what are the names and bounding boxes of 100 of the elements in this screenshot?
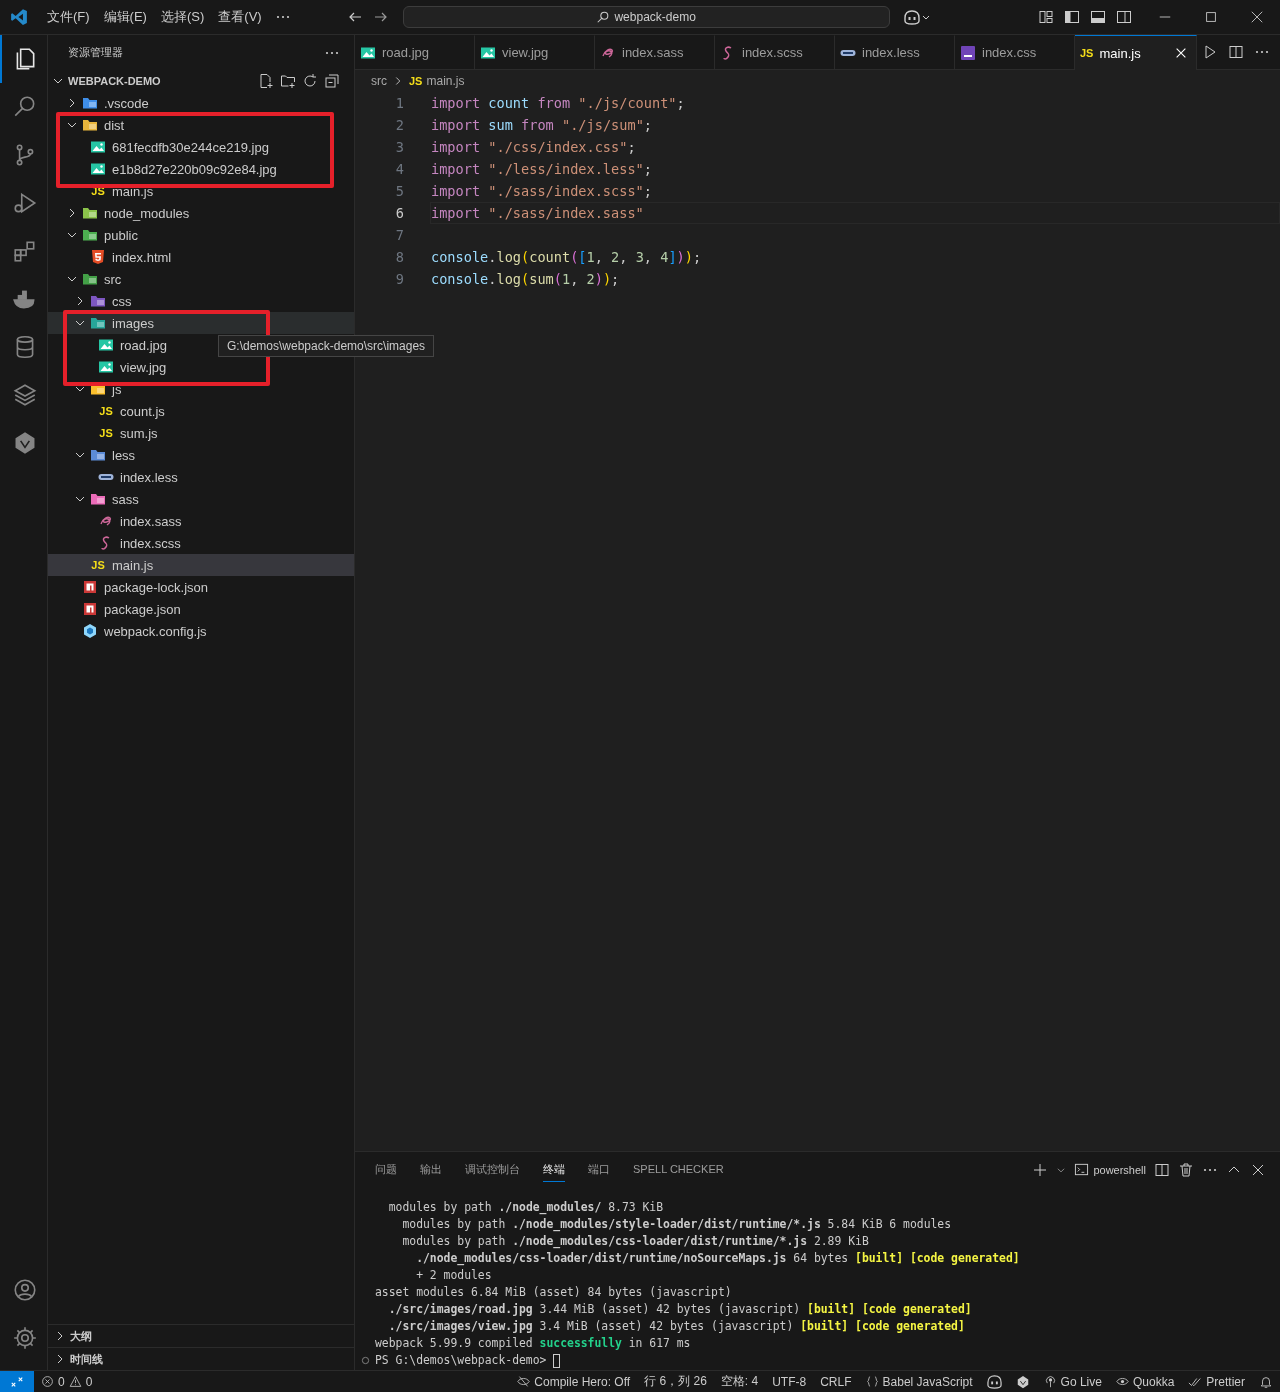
status-item[interactable]: Prettier bbox=[1181, 1374, 1252, 1389]
status-item[interactable]: UTF-8 bbox=[765, 1374, 814, 1389]
panel-tab[interactable]: 输出 bbox=[420, 1157, 442, 1182]
refresh-icon[interactable] bbox=[302, 73, 318, 89]
tree-item[interactable]: webpack.config.js bbox=[48, 620, 354, 642]
breadcrumb-item[interactable]: main.js bbox=[426, 74, 465, 88]
status-item[interactable]: CRLF bbox=[813, 1374, 859, 1389]
editor-tab[interactable]: index.sass bbox=[595, 35, 715, 69]
js-icon: JS bbox=[1080, 46, 1094, 60]
new-folder-icon[interactable] bbox=[280, 73, 296, 89]
tree-item[interactable]: .vscode bbox=[48, 92, 354, 114]
tree-item[interactable]: JS count.js bbox=[48, 400, 354, 422]
braces-icon bbox=[865, 1375, 879, 1388]
line-number: 5 bbox=[394, 182, 404, 201]
editor-tab[interactable]: view.jpg bbox=[475, 35, 595, 69]
layout-icon[interactable] bbox=[1038, 9, 1054, 25]
tree-item[interactable]: public bbox=[48, 224, 354, 246]
tree-item[interactable]: JS main.js bbox=[48, 554, 354, 576]
add-icon[interactable] bbox=[1032, 1161, 1049, 1178]
editor-tab[interactable]: road.jpg bbox=[355, 35, 475, 69]
tree-item[interactable]: index.html bbox=[48, 246, 354, 268]
breadcrumb-item[interactable]: src bbox=[371, 74, 387, 88]
code-line: console.log(count([1, 2, 3, 4])); bbox=[431, 249, 702, 265]
tree-item[interactable]: package-lock.json bbox=[48, 576, 354, 598]
tree-item[interactable]: 681fecdfb30e244ce219.jpg bbox=[48, 136, 354, 158]
code-line: import sum from "./js/sum"; bbox=[431, 117, 652, 133]
maximize-icon[interactable] bbox=[1204, 10, 1218, 24]
copilot-icon[interactable] bbox=[901, 9, 932, 25]
panel-tab[interactable]: 调试控制台 bbox=[465, 1157, 520, 1182]
circle-icon bbox=[361, 1356, 370, 1365]
copilot-icon bbox=[986, 1374, 1002, 1389]
line-number: 3 bbox=[394, 138, 404, 157]
editor-tab[interactable]: index.scss bbox=[715, 35, 835, 69]
tree-item[interactable]: e1b8d27e220b09c92e84.jpg bbox=[48, 158, 354, 180]
editor-tab[interactable]: JS main.js bbox=[1075, 35, 1197, 70]
cube-icon bbox=[82, 623, 98, 639]
status-item[interactable]: Compile Hero: Off bbox=[510, 1374, 638, 1389]
panel-tab[interactable]: SPELL CHECKER bbox=[633, 1159, 724, 1180]
tree-item[interactable]: dist bbox=[48, 114, 354, 136]
tree-item[interactable]: JS sum.js bbox=[48, 422, 354, 444]
status-item[interactable]: Babel JavaScript bbox=[858, 1374, 980, 1389]
image-icon bbox=[98, 337, 114, 353]
js-icon: JS bbox=[409, 74, 423, 88]
search-field[interactable]: webpack-demo bbox=[402, 6, 890, 28]
run-icon[interactable] bbox=[1202, 44, 1218, 60]
tree-item[interactable]: less bbox=[48, 444, 354, 466]
tree-item[interactable]: index.scss bbox=[48, 532, 354, 554]
terminal-selector[interactable]: powershell bbox=[1074, 1162, 1146, 1177]
line-number: 2 bbox=[394, 116, 404, 135]
remote-icon bbox=[10, 1374, 24, 1389]
tree-item[interactable]: css bbox=[48, 290, 354, 312]
project-title[interactable]: WEBPACK-DEMO bbox=[68, 75, 161, 87]
terminal-line: ./node_modules/css-loader/dist/runtime/noSourceMaps.js 64 bytes [built] [code generated] bbox=[415, 1251, 1020, 1265]
close-icon[interactable] bbox=[1250, 10, 1264, 24]
trash-icon[interactable] bbox=[1178, 1161, 1194, 1178]
tree-item[interactable]: src bbox=[48, 268, 354, 290]
tree-item[interactable]: view.jpg bbox=[48, 356, 354, 378]
menu-item[interactable]: 选择(S) bbox=[153, 8, 212, 26]
close-icon[interactable] bbox=[1174, 46, 1188, 60]
sidebar-toggle-icon[interactable] bbox=[1064, 9, 1080, 25]
panel-toggle-icon[interactable] bbox=[1090, 9, 1106, 25]
tree-item[interactable]: index.less bbox=[48, 466, 354, 488]
split-layout-icon[interactable] bbox=[1116, 9, 1132, 25]
terminal-line: modules by path ./node_modules/css-loader/dist/runtime/*.js 2.89 KiB bbox=[401, 1234, 869, 1248]
tree-item[interactable]: sass bbox=[48, 488, 354, 510]
tree-item[interactable]: node_modules bbox=[48, 202, 354, 224]
collapse-all-icon[interactable] bbox=[324, 73, 340, 89]
line-number: 4 bbox=[394, 160, 404, 179]
problems-button[interactable]: 0 0 bbox=[34, 1374, 100, 1389]
terminal-icon bbox=[1074, 1162, 1090, 1177]
css-icon bbox=[960, 44, 976, 61]
tree-item[interactable]: index.sass bbox=[48, 510, 354, 532]
js-icon: JS bbox=[99, 404, 113, 418]
new-file-icon[interactable] bbox=[258, 73, 274, 89]
code-line: console.log(sum(1, 2)); bbox=[431, 271, 620, 287]
bell-icon bbox=[1259, 1374, 1273, 1389]
split-editor-icon[interactable] bbox=[1228, 44, 1244, 60]
tree-item[interactable]: images bbox=[48, 312, 354, 334]
split-terminal-icon[interactable] bbox=[1154, 1161, 1170, 1178]
panel-tab[interactable]: 问题 bbox=[375, 1157, 397, 1182]
status-item[interactable]: 空格: 4 bbox=[713, 1373, 766, 1390]
code-line: import count from "./js/count"; bbox=[431, 95, 685, 111]
menu-item[interactable]: 查看(V) bbox=[211, 8, 269, 26]
code-line: import "./less/index.less"; bbox=[431, 161, 652, 177]
code-line: import "./sass/index.sass" bbox=[431, 205, 644, 221]
status-item[interactable]: 行 6，列 26 bbox=[637, 1373, 714, 1390]
tree-item[interactable]: js bbox=[48, 378, 354, 400]
menu-item[interactable]: 文件(F) bbox=[40, 8, 97, 26]
status-item[interactable]: Quokka bbox=[1108, 1374, 1182, 1389]
section-header[interactable]: 大纲 bbox=[48, 1324, 354, 1347]
editor-tab[interactable]: index.less bbox=[835, 35, 955, 69]
panel-tab[interactable]: 终端 bbox=[543, 1157, 565, 1182]
status-item[interactable]: Go Live bbox=[1036, 1374, 1109, 1389]
menu-item[interactable]: 编辑(E) bbox=[96, 8, 154, 26]
tree-item[interactable]: package.json bbox=[48, 598, 354, 620]
panel-tab[interactable]: 端口 bbox=[588, 1157, 610, 1182]
warning-icon bbox=[68, 1375, 82, 1388]
terminal-line: + 2 modules bbox=[415, 1268, 492, 1282]
html-icon bbox=[90, 249, 106, 265]
line-number: 6 bbox=[394, 204, 404, 223]
